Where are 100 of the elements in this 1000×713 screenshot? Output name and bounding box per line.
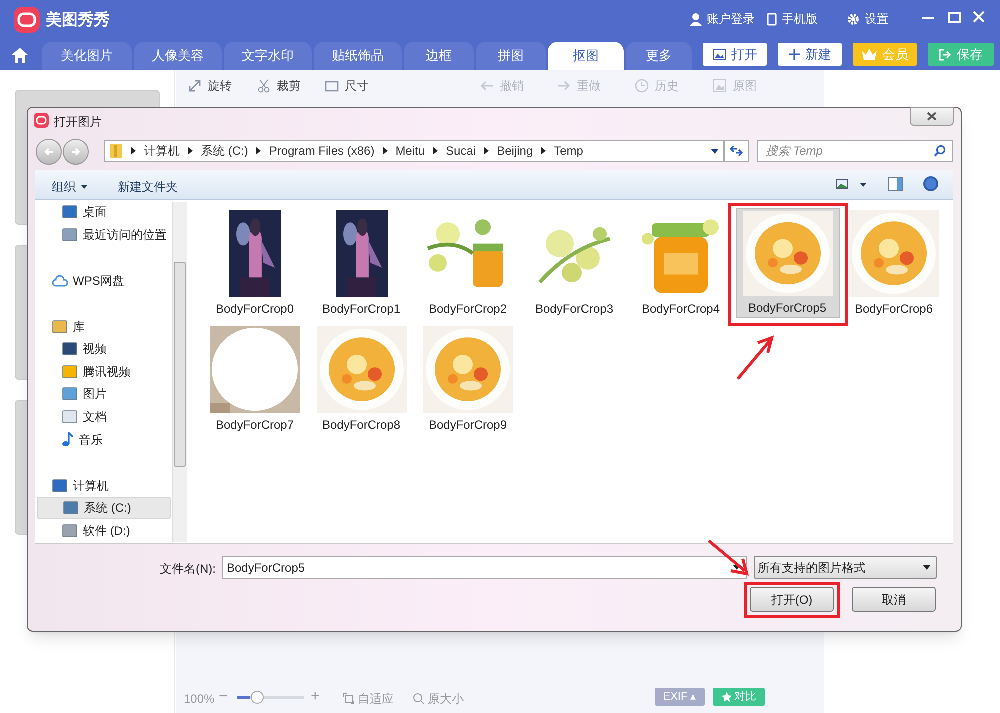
chevron-icon <box>433 147 438 155</box>
dialog-title: 打开图片 <box>54 114 102 131</box>
filename-field[interactable]: BodyForCrop5 <box>222 556 747 579</box>
search-field[interactable]: 搜索 Temp <box>757 140 953 162</box>
filename-label: 文件名(N): <box>160 561 216 578</box>
right-arrow-icon <box>557 79 571 93</box>
film-icon <box>62 342 78 356</box>
star-icon <box>722 692 732 702</box>
user-icon <box>690 12 702 26</box>
nav-item[interactable]: 库 <box>73 318 85 336</box>
file-name: BodyForCrop7 <box>216 417 294 434</box>
computer-icon <box>52 479 68 494</box>
nav-item[interactable]: 软件 (D:) <box>37 520 171 542</box>
nav-scrollbar[interactable] <box>172 202 187 542</box>
file-item[interactable]: BodyForCrop8 <box>310 324 414 434</box>
nav-item[interactable]: 系统 (C:) <box>37 497 171 520</box>
tab[interactable]: 更多 <box>626 42 692 70</box>
minimize-icon[interactable] <box>922 17 934 20</box>
image-icon <box>713 79 727 93</box>
path-segment[interactable]: Beijing <box>497 142 534 160</box>
close-icon <box>927 112 937 121</box>
scissors-icon <box>257 79 271 93</box>
tab[interactable]: 人像美容 <box>134 42 222 70</box>
nav-item[interactable]: 视频 <box>37 338 171 360</box>
drive-icon <box>62 524 78 538</box>
close-button[interactable] <box>910 107 954 126</box>
open-button[interactable]: 打开 <box>703 43 767 66</box>
path-segment[interactable]: 计算机 <box>144 142 180 160</box>
file-item[interactable]: BodyForCrop6 <box>842 208 946 318</box>
dialog-button[interactable]: 打开(O) <box>750 587 834 612</box>
new-button[interactable]: 新建 <box>778 43 842 66</box>
file-item[interactable]: BodyForCrop1 <box>310 208 414 318</box>
chevron-icon <box>484 147 490 155</box>
cloud-icon <box>52 275 68 288</box>
tab[interactable]: 拼图 <box>476 42 546 70</box>
top-link[interactable]: 账户登录 <box>707 10 755 28</box>
toolbar-button[interactable]: 尺寸 <box>325 77 369 95</box>
nav-item[interactable]: 计算机 <box>73 477 109 496</box>
left-arrow-icon <box>44 147 54 157</box>
maximize-icon[interactable] <box>948 12 961 23</box>
phone-icon <box>767 12 777 26</box>
dialog-button[interactable]: 取消 <box>852 587 936 612</box>
close-icon[interactable] <box>973 11 985 23</box>
folder-icon <box>62 364 78 379</box>
annotation-arrow <box>736 335 776 381</box>
annotation-arrow <box>707 539 751 577</box>
path-segment[interactable]: Meitu <box>396 142 426 160</box>
file-item[interactable]: BodyForCrop2 <box>416 208 520 318</box>
search-icon <box>413 693 425 705</box>
home-icon[interactable] <box>12 48 28 63</box>
nav-item[interactable]: WPS网盘 <box>73 272 124 290</box>
refresh-button[interactable] <box>724 140 749 162</box>
nav-item[interactable]: 腾讯视频 <box>37 360 171 383</box>
toolbar-button[interactable]: 裁剪 <box>257 77 301 95</box>
address-bar[interactable]: 计算机 系统 (C:) Program Files (x86) Meitu Sucai Beijing Temp <box>104 140 724 162</box>
tab[interactable]: 贴纸饰品 <box>314 42 402 70</box>
top-link[interactable]: 设置 <box>865 10 889 28</box>
zoom-label: 100% <box>184 691 215 708</box>
preview-pane-icon[interactable] <box>888 177 903 191</box>
view-icon[interactable] <box>836 179 848 189</box>
file-name: BodyForCrop6 <box>854 301 934 318</box>
new-folder-button[interactable]: 新建文件夹 <box>118 178 178 196</box>
dropdown-icon[interactable] <box>733 565 741 570</box>
nav-item[interactable]: 桌面 <box>37 201 171 223</box>
tab[interactable]: 美化图片 <box>42 42 132 70</box>
left-arrow-icon <box>480 79 494 93</box>
chevron-icon <box>131 147 136 155</box>
nav-item[interactable]: 音乐 <box>37 428 171 451</box>
toolbar-button[interactable]: 旋转 <box>188 77 232 95</box>
path-segment[interactable]: 系统 (C:) <box>201 142 248 160</box>
nav-item[interactable]: 文档 <box>37 406 171 428</box>
organize-menu[interactable]: 组织 <box>52 178 88 196</box>
path-segment[interactable]: Program Files (x86) <box>269 142 375 160</box>
nav-item[interactable]: 最近访问的位置 <box>37 224 171 246</box>
file-name: BodyForCrop5 <box>748 300 827 317</box>
dropdown-icon[interactable] <box>711 148 719 154</box>
tab[interactable]: 边框 <box>404 42 474 70</box>
file-name: BodyForCrop3 <box>535 301 614 318</box>
monitor-icon <box>62 205 78 219</box>
chevron-icon <box>382 147 388 155</box>
file-item[interactable]: BodyForCrop0 <box>203 208 307 318</box>
file-item[interactable]: BodyForCrop3 <box>522 208 626 318</box>
caret-icon[interactable] <box>860 183 867 187</box>
tab[interactable]: 抠图 <box>548 42 624 70</box>
document-icon <box>62 410 78 424</box>
path-segment[interactable]: Temp <box>554 142 584 160</box>
file-item[interactable]: BodyForCrop7 <box>203 324 307 434</box>
folder-icon <box>109 143 123 159</box>
dropdown-icon <box>923 565 931 570</box>
nav-item[interactable]: 图片 <box>37 383 171 406</box>
resize-icon <box>188 79 202 93</box>
top-link[interactable]: 手机版 <box>782 10 818 28</box>
drive-icon <box>63 501 79 516</box>
file-item[interactable]: BodyForCrop9 <box>416 324 520 434</box>
tab[interactable]: 文字水印 <box>224 42 312 70</box>
file-item[interactable]: BodyForCrop5 <box>736 208 840 318</box>
scroll-thumb[interactable] <box>174 262 186 467</box>
file-type-dropdown[interactable]: 所有支持的图片格式 <box>754 556 937 579</box>
path-segment[interactable]: Sucai <box>446 142 476 160</box>
export-icon <box>939 48 951 60</box>
